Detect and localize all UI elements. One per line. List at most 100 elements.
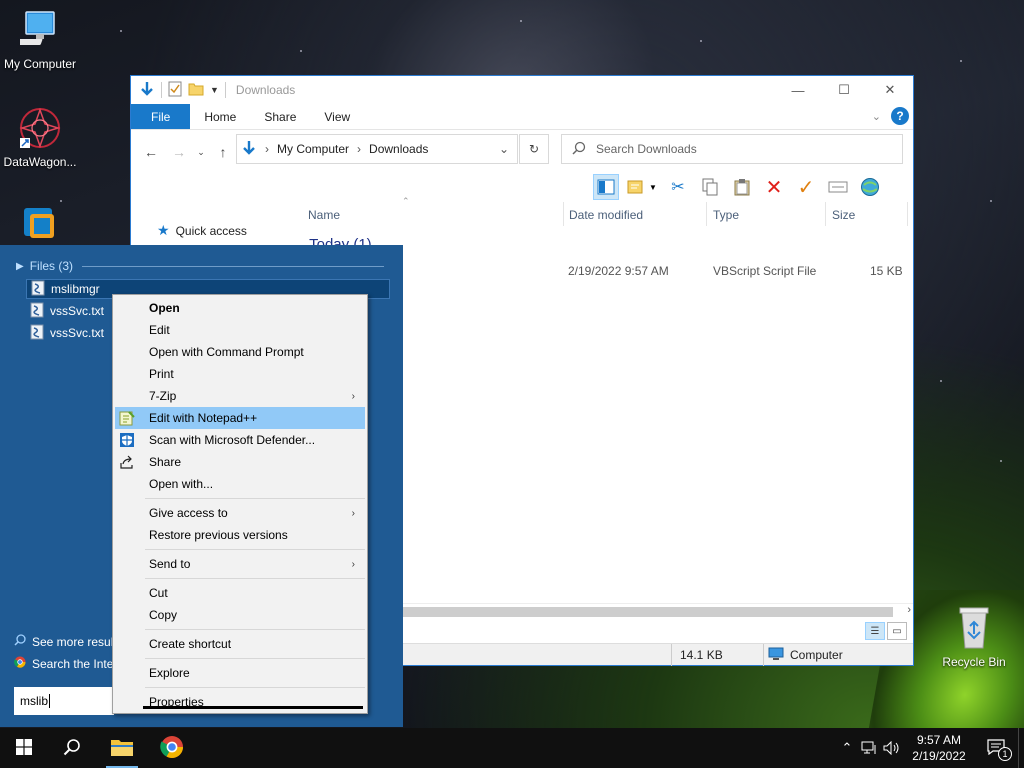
menu-item-7zip[interactable]: 7-Zip › (115, 385, 365, 407)
new-folder-icon[interactable] (188, 82, 204, 99)
status-zone: Computer (763, 644, 915, 666)
column-name[interactable]: Name (308, 208, 340, 222)
search-input[interactable]: Search Downloads (561, 134, 903, 164)
horizontal-scrollbar[interactable]: › (401, 603, 913, 619)
clock[interactable]: 9:57 AM 2/19/2022 (904, 732, 974, 764)
expand-ribbon-icon[interactable]: ⌄ (872, 110, 881, 123)
star (940, 380, 942, 382)
desktop-icon-datawagon[interactable]: DataWagon... (0, 106, 80, 169)
column-divider[interactable] (907, 202, 908, 226)
column-date-modified[interactable]: Date modified (569, 208, 643, 222)
help-icon[interactable]: ? (891, 107, 909, 125)
tab-file[interactable]: File (131, 104, 191, 129)
breadcrumb-my-computer[interactable]: My Computer (277, 142, 349, 156)
taskbar-file-explorer[interactable] (98, 728, 146, 768)
preview-pane-icon[interactable] (593, 174, 619, 200)
delete-icon[interactable]: ✕ (761, 174, 787, 200)
tab-share[interactable]: Share (250, 104, 310, 129)
tab-view[interactable]: View (310, 104, 364, 129)
search-placeholder: Search Downloads (596, 142, 697, 156)
taskbar-search-button[interactable] (48, 728, 96, 768)
files-section-label: Files (3) (29, 259, 74, 273)
section-divider (82, 266, 384, 267)
large-icons-view-icon[interactable]: ▭ (887, 622, 907, 640)
menu-item-share[interactable]: Share (115, 451, 365, 473)
menu-item-cut[interactable]: Cut (115, 582, 365, 604)
desktop-icon-app[interactable] (0, 204, 80, 249)
search-result-item[interactable]: vssSvc.txt (26, 323, 104, 343)
column-headers: Name ⌃ Date modified Type Size (131, 196, 913, 226)
submenu-arrow-icon: › (351, 507, 355, 519)
search-result-item[interactable]: vssSvc.txt (26, 301, 104, 321)
menu-item-open-with-command-prompt[interactable]: Open with Command Prompt (115, 341, 365, 363)
forward-button[interactable]: → (167, 140, 191, 164)
window-controls: — ☐ ✕ (775, 76, 913, 104)
menu-item-edit-with-notepad-plus-plus[interactable]: Edit with Notepad++ (115, 407, 365, 429)
action-center-button[interactable]: 1 (974, 738, 1018, 761)
up-button[interactable]: ↑ (211, 140, 235, 164)
show-desktop-button[interactable] (1018, 728, 1024, 768)
files-section-header[interactable]: ▶ Files (3) (16, 259, 73, 273)
menu-item-restore-previous-versions[interactable]: Restore previous versions (115, 524, 365, 546)
menu-separator (145, 498, 365, 499)
menu-item-scan-with-defender[interactable]: Scan with Microsoft Defender... (115, 429, 365, 451)
properties-icon[interactable] (168, 81, 182, 100)
desktop-icon-my-computer[interactable]: My Computer (0, 8, 80, 71)
scroll-right-icon[interactable]: › (907, 604, 911, 616)
volume-icon[interactable] (880, 741, 904, 755)
column-divider[interactable] (825, 202, 826, 226)
close-button[interactable]: ✕ (867, 76, 913, 104)
search-internet-label: Search the Inte (32, 656, 114, 671)
maximize-button[interactable]: ☐ (821, 76, 867, 104)
search-result-label: mslibmgr (51, 282, 100, 296)
start-search-input[interactable]: mslib (14, 687, 114, 715)
submenu-arrow-icon: › (351, 390, 355, 402)
address-bar[interactable]: › My Computer › Downloads ⌄ (236, 134, 518, 164)
menu-item-open-with[interactable]: Open with... (115, 473, 365, 495)
scrollbar-thumb[interactable] (401, 607, 893, 617)
address-dropdown-icon[interactable]: ⌄ (499, 142, 509, 156)
checkmark-icon[interactable]: ✓ (793, 174, 819, 200)
column-divider[interactable] (706, 202, 707, 226)
chevron-right-icon[interactable]: › (265, 142, 269, 156)
new-item-icon[interactable]: ▼ (625, 174, 659, 200)
menu-item-open[interactable]: Open (115, 297, 365, 319)
menu-item-copy[interactable]: Copy (115, 604, 365, 626)
tab-home[interactable]: Home (190, 104, 250, 129)
paste-icon[interactable] (729, 174, 755, 200)
menu-separator (145, 687, 365, 688)
cut-icon[interactable]: ✂ (665, 174, 691, 200)
menu-item-give-access-to[interactable]: Give access to › (115, 502, 365, 524)
menu-item-edit[interactable]: Edit (115, 319, 365, 341)
menu-item-label: Open with... (149, 477, 214, 491)
details-view-icon[interactable]: ☰ (865, 622, 885, 640)
show-hidden-icons-icon[interactable]: ⌃ (836, 740, 858, 756)
search-internet-link[interactable]: Search the Inte (14, 656, 113, 671)
breadcrumb-downloads[interactable]: Downloads (369, 142, 428, 156)
column-type[interactable]: Type (713, 208, 739, 222)
see-more-results-link[interactable]: See more result (14, 634, 117, 649)
start-button[interactable] (0, 728, 48, 768)
globe-icon[interactable] (857, 174, 883, 200)
column-divider[interactable] (563, 202, 564, 226)
desktop-icon-recycle-bin[interactable]: Recycle Bin (934, 604, 1014, 669)
menu-item-send-to[interactable]: Send to › (115, 553, 365, 575)
taskbar-chrome[interactable] (148, 728, 196, 768)
copy-icon[interactable] (697, 174, 723, 200)
menu-item-label: Scan with Microsoft Defender... (149, 433, 316, 447)
minimize-button[interactable]: — (775, 76, 821, 104)
menu-item-explore[interactable]: Explore (115, 662, 365, 684)
chevron-right-icon[interactable]: › (357, 142, 361, 156)
recent-locations-button[interactable]: ⌄ (195, 140, 207, 164)
refresh-button[interactable]: ↻ (519, 134, 549, 164)
network-icon[interactable] (858, 741, 880, 755)
customize-dropdown-icon[interactable]: ▼ (210, 85, 219, 95)
menu-item-print[interactable]: Print (115, 363, 365, 385)
rename-icon[interactable] (825, 174, 851, 200)
star (960, 60, 962, 62)
column-size[interactable]: Size (832, 208, 855, 222)
back-button[interactable]: ← (139, 140, 163, 164)
menu-item-properties[interactable]: Properties (115, 691, 365, 713)
title-bar: ▼ Downloads — ☐ ✕ (131, 76, 913, 104)
menu-item-create-shortcut[interactable]: Create shortcut (115, 633, 365, 655)
